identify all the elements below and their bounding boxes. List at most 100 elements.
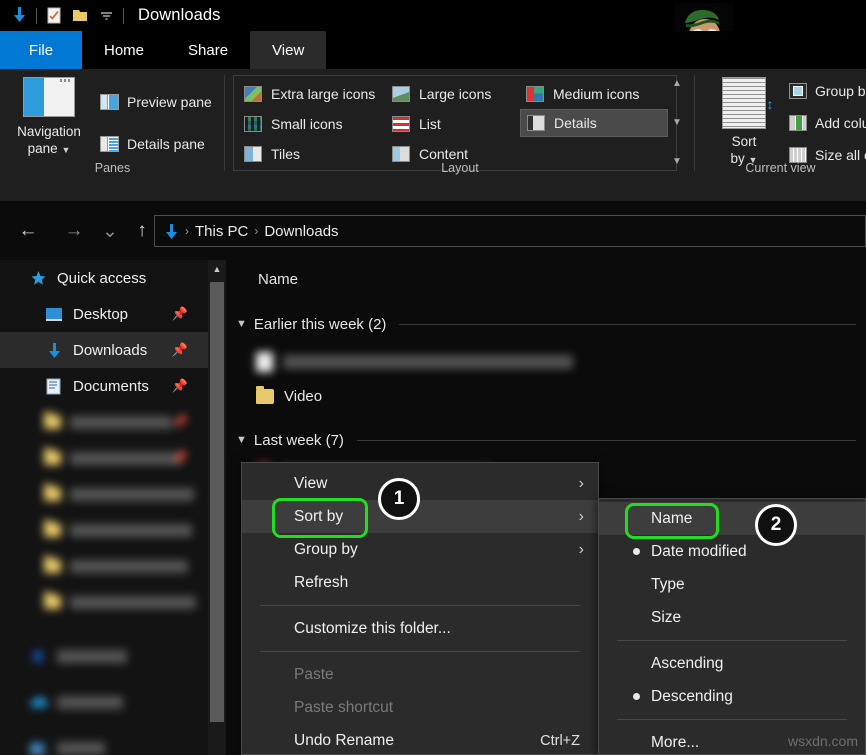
ribbon-group-layout: Extra large icons Large icons Medium ico… bbox=[225, 69, 695, 177]
group-header-earlier-this-week[interactable]: ▼ Earlier this week (2) bbox=[236, 312, 856, 336]
chevron-down-icon[interactable]: ▼ bbox=[236, 318, 247, 330]
chevron-right-icon: › bbox=[579, 541, 584, 559]
layout-option-label: Large icons bbox=[419, 86, 491, 102]
file-row-redacted[interactable] bbox=[256, 348, 573, 376]
submenu-item-label: Size bbox=[651, 609, 681, 627]
submenu-item-ascending[interactable]: Ascending bbox=[599, 647, 865, 680]
sidebar-item-onedrive[interactable] bbox=[0, 684, 208, 720]
sidebar-item-quick-access[interactable]: Quick access bbox=[0, 260, 208, 296]
scrollbar-thumb[interactable] bbox=[210, 282, 224, 722]
sidebar-item-redacted-1[interactable]: 📌 bbox=[0, 404, 208, 440]
annotation-badge-1-label: 1 bbox=[394, 488, 405, 510]
context-menu-item-view[interactable]: View › bbox=[242, 467, 598, 500]
sidebar-item-dropbox[interactable] bbox=[0, 638, 208, 674]
address-field[interactable]: › This PC › Downloads bbox=[154, 215, 866, 247]
sidebar-item-redacted-5[interactable] bbox=[0, 548, 208, 584]
new-folder-icon[interactable] bbox=[67, 3, 93, 29]
sidebar-item-redacted-6[interactable] bbox=[0, 584, 208, 620]
tab-view[interactable]: View bbox=[250, 31, 326, 69]
layout-option-large-icons[interactable]: Large icons bbox=[386, 80, 497, 108]
sidebar-item-redacted-2[interactable]: 📌 bbox=[0, 440, 208, 476]
submenu-item-type[interactable]: Type bbox=[599, 568, 865, 601]
scroll-up-icon[interactable]: ▲ bbox=[672, 79, 682, 89]
context-menu-item-group-by[interactable]: Group by › bbox=[242, 533, 598, 566]
context-menu-item-refresh[interactable]: Refresh bbox=[242, 566, 598, 599]
context-menu-item-sort-by[interactable]: Sort by › bbox=[242, 500, 598, 533]
customize-dropdown-icon[interactable] bbox=[93, 3, 119, 29]
details-pane-button[interactable]: Details pane bbox=[96, 131, 209, 157]
scroll-down-icon[interactable]: ▼ bbox=[672, 118, 682, 128]
sidebar-item-documents[interactable]: Documents 📌 bbox=[0, 368, 208, 404]
submenu-item-label: Name bbox=[651, 510, 692, 528]
context-menu-item-paste: Paste bbox=[242, 658, 598, 691]
layout-option-list[interactable]: List bbox=[386, 110, 447, 138]
group-by-label: Group by bbox=[815, 83, 866, 99]
sort-by-button[interactable]: ↕ Sort by ▼ bbox=[711, 77, 777, 171]
pin-icon[interactable]: 📌 bbox=[172, 342, 188, 358]
this-pc-icon bbox=[28, 738, 48, 755]
pin-icon[interactable]: 📌 bbox=[172, 450, 188, 466]
tab-home[interactable]: Home bbox=[82, 31, 166, 69]
submenu-item-size[interactable]: Size bbox=[599, 601, 865, 634]
pin-icon[interactable]: 📌 bbox=[172, 378, 188, 394]
file-row-video[interactable]: Video bbox=[256, 382, 322, 410]
sidebar-item-label bbox=[70, 452, 182, 465]
submenu-item-label: Type bbox=[651, 576, 685, 594]
back-button[interactable]: ← bbox=[14, 217, 42, 245]
submenu-item-name[interactable]: Name bbox=[599, 502, 865, 535]
layout-option-label: Small icons bbox=[271, 116, 343, 132]
breadcrumb-this-pc[interactable]: This PC bbox=[195, 223, 248, 240]
folder-icon bbox=[44, 595, 61, 609]
file-name-label: Video bbox=[284, 388, 322, 405]
downloads-arrow-icon bbox=[164, 223, 179, 240]
up-button[interactable]: ↑ bbox=[128, 217, 156, 245]
folder-icon bbox=[44, 523, 61, 537]
navigation-pane-button[interactable]: Navigation pane ▼ bbox=[6, 77, 92, 171]
up-icon: ↑ bbox=[137, 220, 147, 242]
context-menu-item-accelerator: Ctrl+Z bbox=[540, 733, 580, 749]
preview-pane-button[interactable]: Preview pane bbox=[96, 89, 216, 115]
layout-option-details[interactable]: Details bbox=[520, 109, 668, 137]
sidebar-item-desktop[interactable]: Desktop 📌 bbox=[0, 296, 208, 332]
sidebar-scrollbar[interactable]: ▲ bbox=[208, 260, 226, 755]
tab-file[interactable]: File bbox=[0, 31, 82, 69]
folder-icon bbox=[44, 451, 61, 465]
context-menu-item-label: Refresh bbox=[294, 574, 348, 592]
submenu-item-label: Ascending bbox=[651, 655, 723, 673]
tab-share[interactable]: Share bbox=[166, 31, 250, 69]
sidebar-item-redacted-4[interactable] bbox=[0, 512, 208, 548]
context-menu-item-label: Paste shortcut bbox=[294, 699, 393, 717]
add-columns-button[interactable]: Add colu bbox=[785, 110, 866, 136]
pin-icon[interactable]: 📌 bbox=[172, 414, 188, 430]
ribbon-group-panes: Navigation pane ▼ Preview pane Details p… bbox=[0, 69, 225, 177]
small-icons-icon bbox=[244, 116, 262, 132]
context-menu-item-undo-rename[interactable]: Undo Rename Ctrl+Z bbox=[242, 724, 598, 755]
preview-pane-icon bbox=[100, 94, 119, 110]
context-menu-item-customize-folder[interactable]: Customize this folder... bbox=[242, 612, 598, 645]
group-by-button[interactable]: Group by bbox=[785, 78, 866, 104]
chevron-down-icon[interactable]: ▼ bbox=[236, 434, 247, 446]
column-header-name[interactable]: Name bbox=[258, 271, 298, 288]
download-arrow-icon[interactable] bbox=[6, 3, 32, 29]
layout-option-extra-large-icons[interactable]: Extra large icons bbox=[238, 80, 381, 108]
recent-locations-button[interactable]: ⌄ bbox=[96, 217, 124, 245]
layout-gallery-scroll[interactable]: ▲ ▼ ▼ bbox=[668, 75, 686, 171]
group-header-label: Earlier this week (2) bbox=[254, 316, 387, 333]
submenu-item-date-modified[interactable]: Date modified bbox=[599, 535, 865, 568]
properties-icon[interactable] bbox=[41, 3, 67, 29]
scroll-up-icon[interactable]: ▲ bbox=[208, 260, 226, 278]
layout-option-medium-icons[interactable]: Medium icons bbox=[520, 80, 645, 108]
forward-button[interactable]: → bbox=[60, 217, 88, 245]
sidebar-item-this-pc[interactable] bbox=[0, 730, 208, 755]
sidebar-item-label: Documents bbox=[73, 378, 149, 395]
sidebar-item-downloads[interactable]: Downloads 📌 bbox=[0, 332, 208, 368]
layout-option-label: List bbox=[419, 116, 441, 132]
chevron-down-icon: ▼ bbox=[61, 145, 70, 155]
group-header-last-week[interactable]: ▼ Last week (7) bbox=[236, 428, 856, 452]
ribbon: Navigation pane ▼ Preview pane Details p… bbox=[0, 69, 866, 201]
sidebar-item-redacted-3[interactable] bbox=[0, 476, 208, 512]
breadcrumb-downloads[interactable]: Downloads bbox=[264, 223, 338, 240]
submenu-item-descending[interactable]: Descending bbox=[599, 680, 865, 713]
layout-option-small-icons[interactable]: Small icons bbox=[238, 110, 349, 138]
pin-icon[interactable]: 📌 bbox=[172, 306, 188, 322]
